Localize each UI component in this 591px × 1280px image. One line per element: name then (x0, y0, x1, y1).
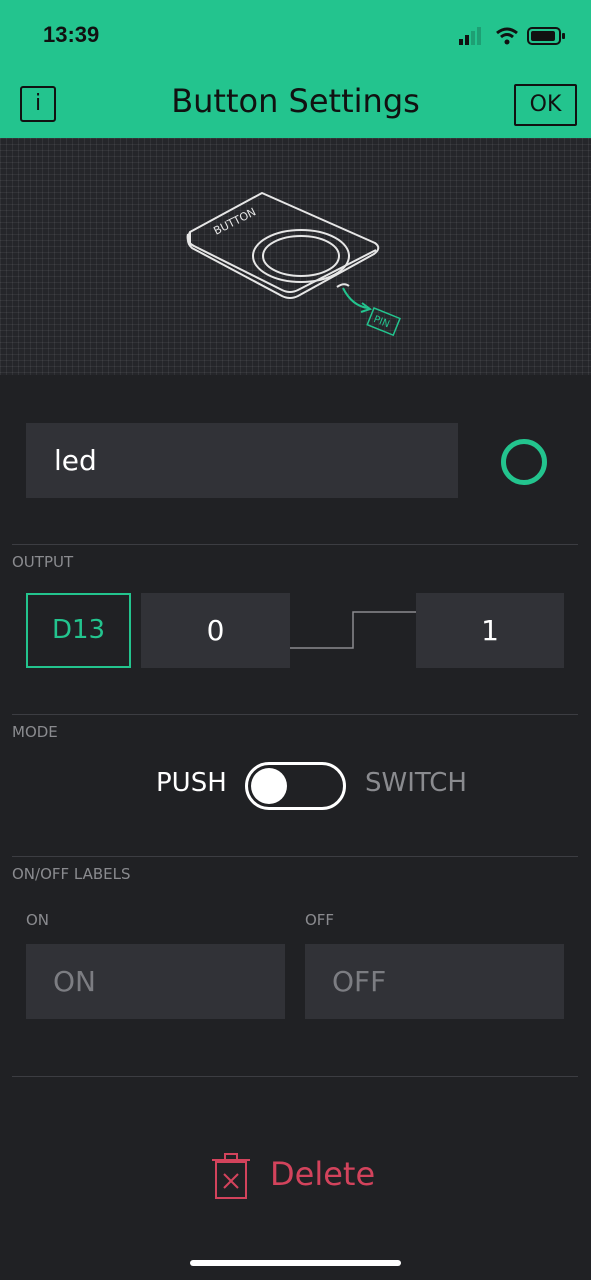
widget-preview: BUTTON PIN (0, 138, 591, 375)
off-label-input[interactable]: OFF (305, 944, 564, 1019)
trash-icon[interactable] (212, 1152, 250, 1200)
output-section-label: OUTPUT (12, 553, 74, 571)
toggle-knob (251, 768, 287, 804)
widget-name-input[interactable]: led (26, 423, 458, 498)
wifi-icon (496, 27, 518, 45)
button-illustration-icon: BUTTON PIN (186, 192, 401, 337)
divider (12, 1076, 578, 1077)
divider (12, 714, 578, 715)
mode-toggle[interactable] (245, 762, 346, 810)
app-header: 13:39 i Button Settings OK (0, 0, 591, 138)
on-label-caption: ON (26, 911, 50, 929)
signal-icon (459, 27, 481, 45)
color-picker-button[interactable] (501, 439, 547, 485)
range-connector-icon (290, 611, 416, 649)
off-label-caption: OFF (305, 911, 335, 929)
mode-push-label[interactable]: PUSH (156, 768, 227, 798)
status-time: 13:39 (43, 22, 100, 47)
high-value-input[interactable]: 1 (416, 593, 564, 668)
labels-section-label: ON/OFF LABELS (12, 865, 131, 883)
pin-select-button[interactable]: D13 (26, 593, 131, 668)
divider (12, 856, 578, 857)
low-value-input[interactable]: 0 (141, 593, 290, 668)
ok-button[interactable]: OK (514, 84, 577, 126)
delete-button[interactable]: Delete (270, 1155, 375, 1193)
home-indicator (190, 1260, 401, 1266)
status-icons (459, 27, 565, 45)
on-label-input[interactable]: ON (26, 944, 285, 1019)
divider (12, 544, 578, 545)
battery-icon (527, 27, 565, 45)
page-title: Button Settings (171, 82, 420, 120)
mode-switch-label[interactable]: SWITCH (365, 768, 467, 798)
button-caption: BUTTON (211, 205, 258, 237)
mode-section-label: MODE (12, 723, 58, 741)
